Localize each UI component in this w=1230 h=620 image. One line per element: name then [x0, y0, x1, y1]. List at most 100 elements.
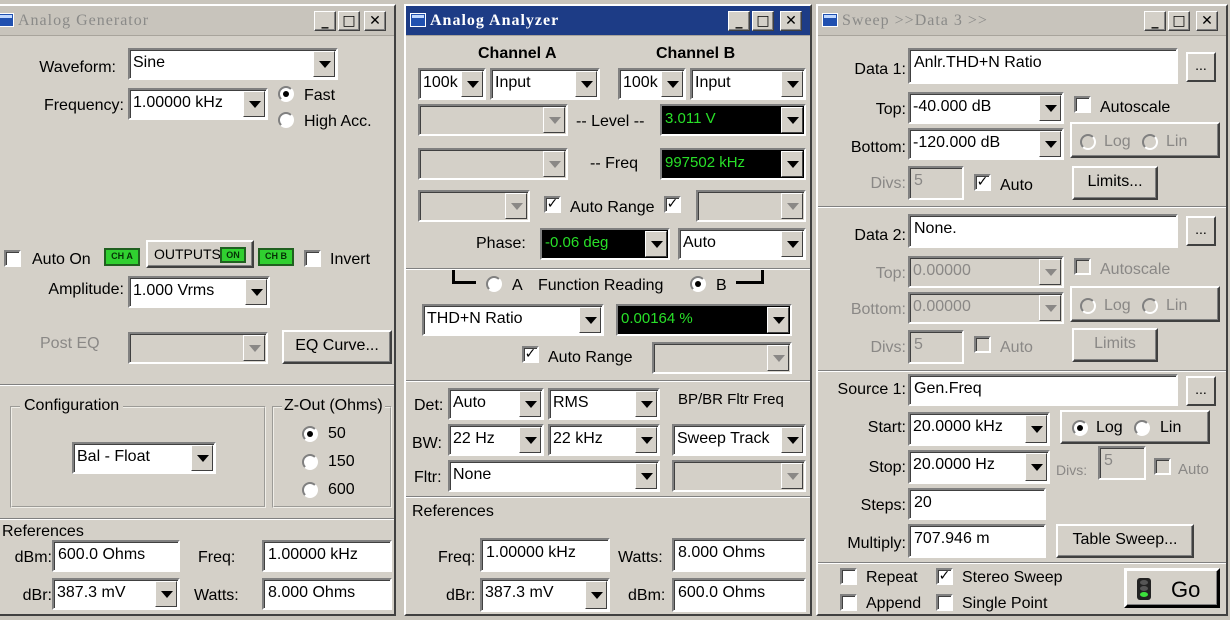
divs-field[interactable]: 5 [908, 166, 964, 200]
start-lin-radio[interactable] [1134, 420, 1150, 436]
chevron-down-icon[interactable] [635, 463, 657, 489]
analyzer-titlebar[interactable]: Analog Analyzer _ □ ✕ [406, 6, 810, 36]
chevron-down-icon[interactable] [1025, 453, 1047, 481]
chevron-down-icon[interactable] [781, 151, 803, 177]
sweep-track-select[interactable]: Sweep Track [672, 424, 806, 456]
chevron-down-icon[interactable] [781, 107, 803, 133]
chevron-down-icon[interactable] [767, 307, 789, 333]
bottom2-select[interactable]: 0.00000 [908, 292, 1064, 324]
chevron-down-icon[interactable] [155, 581, 177, 607]
chevron-down-icon[interactable] [243, 91, 265, 117]
steps-field[interactable]: 20 [908, 488, 1046, 520]
minimize-button[interactable]: _ [1144, 11, 1166, 31]
chevron-down-icon[interactable] [781, 231, 803, 257]
autoscale2-checkbox[interactable] [1074, 258, 1091, 275]
phase-display[interactable]: -0.06 deg [540, 228, 670, 260]
start-select[interactable]: 20.0000 kHz [908, 412, 1050, 446]
minimize-button[interactable]: _ [728, 11, 750, 31]
freq-b-display[interactable]: 997502 kHz [660, 148, 806, 180]
repeat-checkbox[interactable] [840, 568, 857, 585]
high-acc-radio[interactable] [278, 112, 294, 128]
zout-50-radio[interactable] [302, 426, 318, 442]
auto2-checkbox[interactable] [974, 336, 991, 353]
lin2-radio[interactable] [1142, 298, 1158, 314]
chevron-down-icon[interactable] [585, 581, 607, 609]
chevron-down-icon[interactable] [579, 307, 601, 333]
frequency-select[interactable]: 1.00000 kHz [128, 88, 268, 120]
phase-mode-select[interactable]: Auto [678, 228, 806, 260]
source1-browse-button[interactable]: ... [1186, 376, 1216, 406]
chevron-down-icon[interactable] [781, 427, 803, 453]
ana-freq-field[interactable]: 1.00000 kHz [480, 538, 610, 572]
chevron-down-icon[interactable] [1039, 259, 1061, 285]
gen-watts-field[interactable]: 8.000 Ohms [262, 578, 392, 610]
auto-on-checkbox[interactable] [4, 250, 21, 267]
chevron-down-icon[interactable] [505, 193, 527, 219]
table-sweep-button[interactable]: Table Sweep... [1056, 524, 1194, 558]
log2-radio[interactable] [1080, 298, 1096, 314]
input-b-select[interactable]: Input [690, 68, 806, 100]
auto-checkbox[interactable]: ✓ [974, 174, 991, 191]
log-radio[interactable] [1080, 134, 1096, 150]
maximize-button[interactable]: □ [338, 11, 360, 31]
freq-a-select[interactable] [418, 148, 568, 180]
chevron-down-icon[interactable] [1039, 95, 1061, 121]
bottom-select[interactable]: -120.000 dB [908, 128, 1064, 160]
amplitude-select[interactable]: 1.000 Vrms [128, 276, 270, 308]
ana-dbr-select[interactable]: 387.3 mV [480, 578, 610, 612]
go-button[interactable]: Go [1124, 568, 1220, 608]
auto-range-2-checkbox[interactable]: ✓ [522, 346, 539, 363]
auto-range-b-checkbox[interactable]: ✓ [664, 196, 681, 213]
chevron-down-icon[interactable] [313, 51, 335, 77]
chevron-down-icon[interactable] [543, 151, 565, 177]
close-button[interactable]: ✕ [364, 11, 386, 31]
zout-600-radio[interactable] [302, 482, 318, 498]
zout-150-radio[interactable] [302, 454, 318, 470]
close-button[interactable]: ✕ [1196, 11, 1218, 31]
source1-field[interactable]: Gen.Freq [908, 374, 1178, 406]
chevron-down-icon[interactable] [781, 463, 803, 489]
data2-field[interactable]: None. [908, 214, 1178, 248]
chevron-down-icon[interactable] [245, 279, 267, 305]
chevron-down-icon[interactable] [645, 231, 667, 257]
stereo-sweep-checkbox[interactable]: ✓ [936, 568, 953, 585]
dbm-field[interactable]: 600.0 Ohms [52, 540, 180, 572]
data1-field[interactable]: Anlr.THD+N Ratio [908, 48, 1178, 84]
chevron-down-icon[interactable] [519, 427, 541, 453]
autoscale-checkbox[interactable] [1074, 96, 1091, 113]
range-b-select[interactable]: 100k [618, 68, 686, 100]
top-select[interactable]: -40.000 dB [908, 92, 1064, 124]
auto-range-a-checkbox[interactable]: ✓ [544, 196, 561, 213]
generator-titlebar[interactable]: Analog Generator _ □ ✕ [0, 6, 394, 36]
close-button[interactable]: ✕ [780, 11, 802, 31]
chevron-down-icon[interactable] [635, 391, 657, 417]
filter-freq-select[interactable] [672, 460, 806, 492]
fltr-select[interactable]: None [448, 460, 660, 492]
auto3-checkbox[interactable] [1154, 458, 1171, 475]
chevron-down-icon[interactable] [1025, 415, 1047, 443]
top2-select[interactable]: 0.00000 [908, 256, 1064, 288]
chevron-down-icon[interactable] [661, 71, 683, 97]
stop-select[interactable]: 20.0000 Hz [908, 450, 1050, 484]
append-checkbox[interactable] [840, 594, 857, 611]
limits2-button[interactable]: Limits [1072, 328, 1158, 362]
divs2-field[interactable]: 5 [908, 330, 964, 364]
input-a-select[interactable]: Input [490, 68, 600, 100]
lin-radio[interactable] [1142, 134, 1158, 150]
chevron-down-icon[interactable] [1039, 295, 1061, 321]
function-a-radio[interactable] [486, 276, 502, 292]
bw-high-select[interactable]: 22 kHz [548, 424, 660, 456]
function-b-radio[interactable] [690, 276, 706, 292]
bw-low-select[interactable]: 22 Hz [448, 424, 544, 456]
chevron-down-icon[interactable] [543, 107, 565, 133]
range-a-select[interactable]: 100k [418, 68, 486, 100]
gen-freq-field[interactable]: 1.00000 kHz [262, 540, 392, 572]
level-a-select[interactable] [418, 104, 568, 136]
dbr-select[interactable]: 387.3 mV [52, 578, 180, 610]
chevron-down-icon[interactable] [575, 71, 597, 97]
chevron-down-icon[interactable] [1039, 131, 1061, 157]
ana-watts-field[interactable]: 8.000 Ohms [672, 538, 806, 572]
chevron-down-icon[interactable] [461, 71, 483, 97]
chevron-down-icon[interactable] [243, 335, 265, 361]
single-point-checkbox[interactable] [936, 594, 953, 611]
